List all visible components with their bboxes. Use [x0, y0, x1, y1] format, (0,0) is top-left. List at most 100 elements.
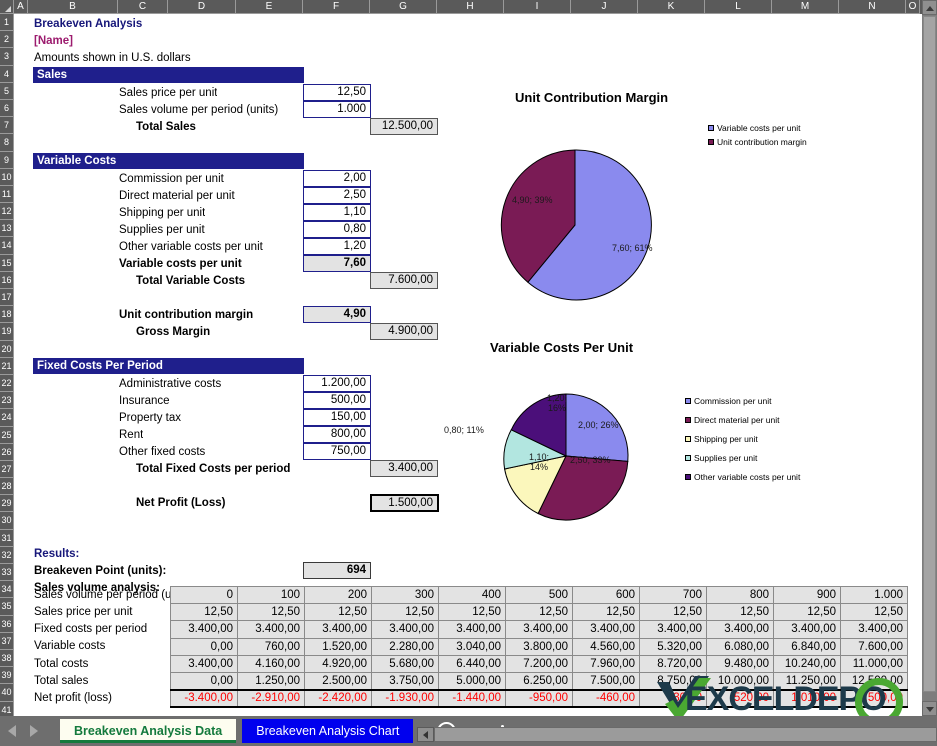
row-header-2[interactable]: 2 — [0, 31, 14, 49]
column-header-A[interactable]: A — [14, 0, 28, 14]
row-header-36[interactable]: 36 — [0, 615, 14, 633]
table-cell[interactable]: 200 — [304, 585, 372, 605]
table-cell[interactable]: -3.400,00 — [170, 688, 238, 708]
row-header-10[interactable]: 10 — [0, 168, 14, 186]
row-header-18[interactable]: 18 — [0, 306, 14, 324]
row-header-11[interactable]: 11 — [0, 185, 14, 204]
table-cell[interactable]: 5.320,00 — [639, 637, 707, 656]
table-cell[interactable]: 12,50 — [639, 603, 707, 622]
scroll-up-icon[interactable] — [922, 0, 937, 15]
table-cell[interactable]: 7.960,00 — [572, 654, 640, 673]
next-sheet-icon[interactable] — [30, 725, 38, 737]
table-cell[interactable]: 4.160,00 — [237, 654, 305, 673]
table-cell[interactable]: 3.400,00 — [639, 620, 707, 639]
column-header-B[interactable]: B — [28, 0, 118, 14]
row-header-29[interactable]: 29 — [0, 495, 14, 513]
horizontal-scroll-track[interactable] — [434, 727, 937, 742]
table-cell[interactable]: 4.920,00 — [304, 654, 372, 673]
table-cell[interactable]: -950,00 — [505, 688, 573, 708]
table-cell[interactable]: 0,00 — [170, 671, 238, 691]
table-cell[interactable]: 12,50 — [773, 603, 841, 622]
row-header-27[interactable]: 27 — [0, 460, 14, 479]
table-cell[interactable]: 300 — [371, 585, 439, 605]
column-header-C[interactable]: C — [118, 0, 168, 14]
table-cell[interactable]: 8.750,00 — [639, 671, 707, 691]
row-header-24[interactable]: 24 — [0, 409, 14, 427]
column-header-G[interactable]: G — [370, 0, 437, 14]
table-cell[interactable]: 3.400,00 — [371, 620, 439, 639]
table-cell[interactable]: 12,50 — [438, 603, 506, 622]
table-cell[interactable]: 8.720,00 — [639, 654, 707, 673]
row-header-4[interactable]: 4 — [0, 65, 14, 83]
input-insurance[interactable]: 500,00 — [303, 392, 371, 409]
row-header-26[interactable]: 26 — [0, 443, 14, 461]
column-header-L[interactable]: L — [705, 0, 772, 14]
table-cell[interactable]: 3.750,00 — [371, 671, 439, 691]
row-header-7[interactable]: 7 — [0, 117, 14, 135]
table-cell[interactable]: 1.000 — [840, 585, 908, 605]
row-header-9[interactable]: 9 — [0, 151, 14, 169]
table-cell[interactable]: 3.400,00 — [170, 620, 238, 639]
input-property-tax[interactable]: 150,00 — [303, 409, 371, 426]
table-cell[interactable]: 12,50 — [572, 603, 640, 622]
tab-navigation[interactable] — [8, 725, 38, 737]
scroll-down-icon[interactable] — [922, 701, 937, 716]
input-sales-volume[interactable]: 1.000 — [303, 101, 371, 118]
row-header-19[interactable]: 19 — [0, 323, 14, 341]
table-cell[interactable]: 6.440,00 — [438, 654, 506, 673]
input-administrative[interactable]: 1.200,00 — [303, 375, 371, 392]
input-rent[interactable]: 800,00 — [303, 426, 371, 443]
row-header-40[interactable]: 40 — [0, 684, 14, 702]
table-cell[interactable]: -2.910,00 — [237, 688, 305, 708]
table-cell[interactable]: 3.400,00 — [170, 654, 238, 673]
column-header-M[interactable]: M — [772, 0, 839, 14]
table-cell[interactable]: 9.480,00 — [706, 654, 774, 673]
table-cell[interactable]: 12,50 — [237, 603, 305, 622]
table-cell[interactable]: 10.000,00 — [706, 671, 774, 691]
table-cell[interactable]: 12,50 — [706, 603, 774, 622]
row-header-20[interactable]: 20 — [0, 340, 14, 358]
column-header-E[interactable]: E — [236, 0, 303, 14]
table-cell[interactable]: 760,00 — [237, 637, 305, 656]
table-cell[interactable]: 5.680,00 — [371, 654, 439, 673]
table-cell[interactable]: 12,50 — [170, 603, 238, 622]
row-header-15[interactable]: 15 — [0, 254, 14, 272]
table-cell[interactable]: 7.200,00 — [505, 654, 573, 673]
table-cell[interactable]: 7.500,00 — [572, 671, 640, 691]
table-cell[interactable]: 6.080,00 — [706, 637, 774, 656]
column-header-J[interactable]: J — [571, 0, 638, 14]
row-header-13[interactable]: 13 — [0, 220, 14, 238]
worksheet-grid[interactable]: Breakeven Analysis [Name] Amounts shown … — [15, 15, 922, 712]
row-header-16[interactable]: 16 — [0, 271, 14, 289]
select-all-corner[interactable] — [0, 0, 14, 14]
table-cell[interactable]: 6.250,00 — [505, 671, 573, 691]
row-header-22[interactable]: 22 — [0, 374, 14, 393]
table-cell[interactable]: 700 — [639, 585, 707, 605]
table-cell[interactable]: 900 — [773, 585, 841, 605]
row-header-25[interactable]: 25 — [0, 426, 14, 444]
table-cell[interactable]: 5.000,00 — [438, 671, 506, 691]
table-cell[interactable]: 12,50 — [840, 603, 908, 622]
horizontal-scrollbar[interactable] — [417, 726, 937, 743]
table-cell[interactable]: 500 — [505, 585, 573, 605]
row-header-1[interactable]: 1 — [0, 14, 14, 32]
column-header-F[interactable]: F — [303, 0, 370, 14]
table-cell[interactable]: 3.400,00 — [505, 620, 573, 639]
table-cell[interactable]: 0,00 — [170, 637, 238, 656]
row-header-34[interactable]: 34 — [0, 581, 14, 599]
row-header-39[interactable]: 39 — [0, 667, 14, 685]
input-supplies[interactable]: 0,80 — [303, 221, 371, 238]
table-cell[interactable]: 3.400,00 — [304, 620, 372, 639]
table-cell[interactable]: 0 — [170, 585, 238, 605]
row-header-31[interactable]: 31 — [0, 529, 14, 547]
table-cell[interactable]: 3.040,00 — [438, 637, 506, 656]
table-cell[interactable]: 12,50 — [304, 603, 372, 622]
table-cell[interactable]: 1.520,00 — [304, 637, 372, 656]
column-header-O[interactable]: O — [906, 0, 920, 14]
table-cell[interactable]: 400 — [438, 585, 506, 605]
column-header-D[interactable]: D — [168, 0, 236, 14]
table-cell[interactable]: 3.400,00 — [438, 620, 506, 639]
table-cell[interactable]: 4.560,00 — [572, 637, 640, 656]
table-cell[interactable]: 11.000,00 — [840, 654, 908, 673]
row-header-35[interactable]: 35 — [0, 598, 14, 616]
